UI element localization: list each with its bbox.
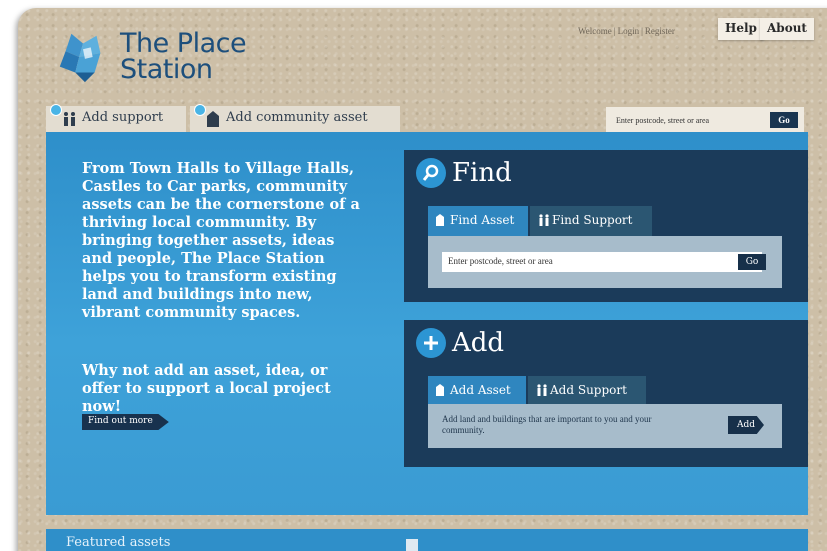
featured-asset-icon — [406, 539, 418, 551]
info-badge-icon — [50, 104, 62, 116]
featured-assets-section: Featured assets — [46, 529, 808, 551]
place-station-logo-icon — [59, 33, 101, 83]
hero-section: From Town Halls to Village Halls, Castle… — [46, 132, 808, 515]
add-body: Add land and buildings that are importan… — [428, 404, 782, 448]
tab-add-support-panel-label: Add Support — [550, 383, 627, 397]
help-button[interactable]: Help — [718, 18, 764, 40]
tab-find-asset[interactable]: Find Asset — [428, 206, 528, 236]
people-icon — [64, 112, 75, 126]
featured-assets-title: Featured assets — [66, 535, 171, 550]
tab-find-support[interactable]: Find Support — [530, 206, 652, 236]
page-frame: The Place Station Welcome | Login | Register… — [18, 8, 827, 551]
info-badge-icon — [194, 104, 206, 116]
tab-add-support[interactable]: Add support — [46, 104, 186, 132]
add-button[interactable]: Add — [728, 416, 764, 434]
header-search-go-button[interactable]: Go — [770, 112, 798, 128]
magnifier-icon — [416, 158, 446, 188]
tab-add-community-asset[interactable]: Add community asset — [190, 104, 400, 132]
welcome-text: Welcome — [578, 26, 612, 36]
find-go-button[interactable]: Go — [738, 254, 766, 270]
tab-add-support-label: Add support — [82, 110, 164, 125]
header-search-placeholder: Enter postcode, street or area — [616, 115, 710, 125]
building-icon — [207, 111, 219, 127]
tab-find-support-label: Find Support — [552, 213, 633, 227]
find-panel-title: Find — [452, 158, 512, 188]
account-links: Welcome | Login | Register — [578, 26, 675, 36]
find-out-more-button[interactable]: Find out more — [82, 414, 169, 430]
tab-add-asset-label: Add Asset — [450, 383, 511, 397]
login-link[interactable]: Login — [618, 26, 640, 36]
add-description: Add land and buildings that are importan… — [442, 414, 652, 435]
find-panel: Find Find Asset Find Support Enter postc… — [404, 150, 808, 302]
people-icon — [537, 384, 547, 396]
tab-add-asset[interactable]: Add Asset — [428, 376, 526, 406]
find-search-area: Enter postcode, street or area Go — [428, 236, 782, 288]
hero-intro-text: From Town Halls to Village Halls, Castle… — [82, 160, 360, 321]
register-link[interactable]: Register — [645, 26, 675, 36]
site-title: The Place Station — [120, 30, 247, 85]
building-icon — [436, 214, 444, 226]
about-button[interactable]: About — [760, 18, 814, 40]
hero-cta-text: Why not add an asset, idea, or offer to … — [82, 362, 331, 415]
building-icon — [436, 384, 444, 396]
site-logo[interactable]: The Place Station — [54, 28, 247, 86]
plus-icon — [416, 328, 446, 358]
add-panel: Add Add Asset Add Support Add land and b… — [404, 320, 808, 467]
people-icon — [539, 214, 549, 226]
header-search-input[interactable]: Enter postcode, street or area Go — [606, 107, 804, 133]
find-search-input[interactable]: Enter postcode, street or area — [442, 252, 762, 272]
tab-add-support-panel[interactable]: Add Support — [528, 376, 646, 406]
tab-find-asset-label: Find Asset — [450, 213, 515, 227]
tab-add-community-asset-label: Add community asset — [226, 110, 368, 125]
add-panel-title: Add — [452, 328, 505, 358]
site-title-line2: Station — [120, 54, 213, 85]
